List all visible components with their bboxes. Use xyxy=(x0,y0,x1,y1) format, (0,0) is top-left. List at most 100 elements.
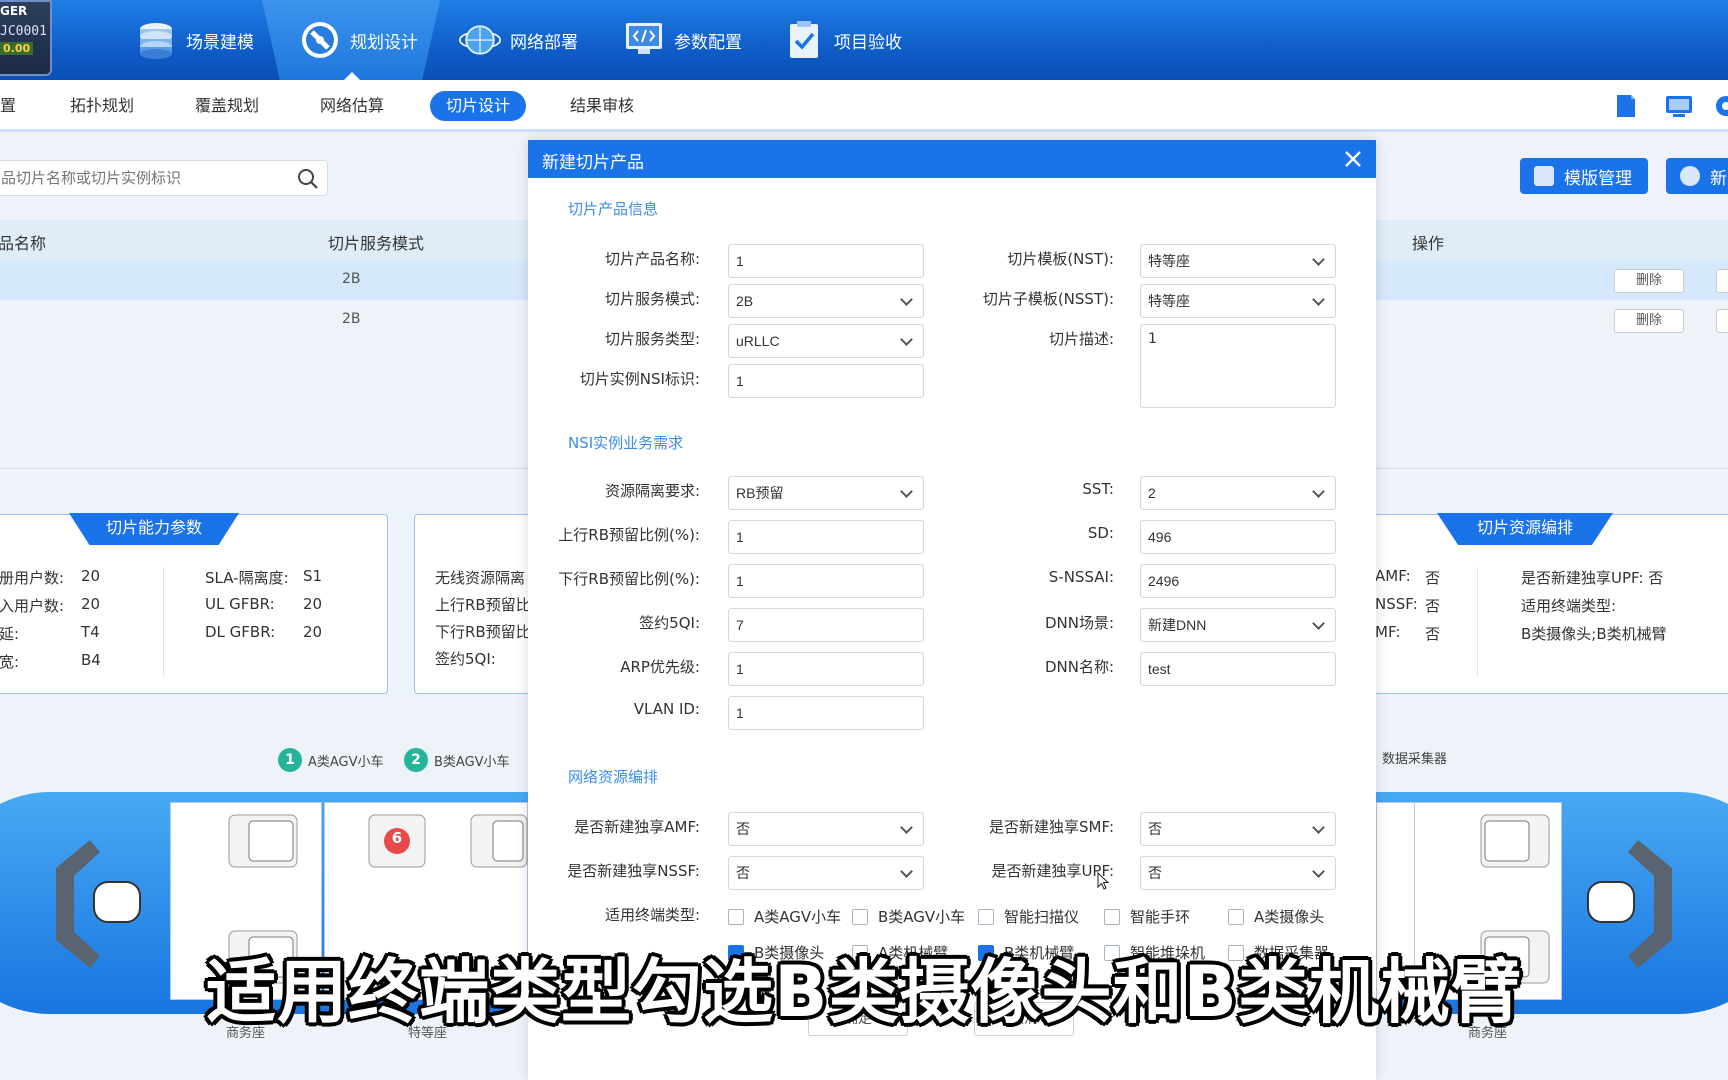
sst-label: SST: xyxy=(1082,480,1114,498)
slice-desc-textarea[interactable]: 1 xyxy=(1140,324,1336,408)
top-bar: GER JC0001 0.00 场景建模 规划设计 网络部署 参数配置 项目验收 xyxy=(0,0,1728,80)
terminal-checkbox[interactable]: B类AGV小车 xyxy=(852,906,965,927)
product-name-field[interactable]: 1 xyxy=(728,244,924,278)
res-line: 适用终端类型: xyxy=(1521,597,1617,615)
terminal-checkbox[interactable]: A类AGV小车 xyxy=(728,906,841,927)
qi-field[interactable]: 7 xyxy=(728,608,924,642)
qi-label: 签约5QI: xyxy=(639,614,700,632)
template-manage-button[interactable]: 模版管理 xyxy=(1520,158,1648,194)
tab-scene-modeling-label: 场景建模 xyxy=(186,32,254,53)
snssai-label: S-NSSAI: xyxy=(1048,568,1114,586)
row-action-button[interactable] xyxy=(1716,309,1728,333)
isolation-select[interactable]: RB预留 xyxy=(728,476,924,510)
legend-label: A类AGV小车 xyxy=(308,754,384,770)
row-action-button[interactable] xyxy=(1716,269,1728,293)
clipboard-check-icon xyxy=(782,18,826,62)
upf-select[interactable]: 否 xyxy=(1140,856,1336,890)
sd-field[interactable]: 496 xyxy=(1140,520,1336,554)
subnav-item-review[interactable]: 结果审核 xyxy=(554,91,650,121)
checkbox-box[interactable] xyxy=(852,908,868,925)
seat-icon[interactable] xyxy=(1479,813,1551,869)
checkbox-box[interactable] xyxy=(1228,908,1244,925)
dl-rb-label: 下行RB预留比例(%): xyxy=(558,570,700,588)
code-monitor-icon xyxy=(622,18,666,62)
ul-rb-field[interactable]: 1 xyxy=(728,520,924,554)
row-service-mode: 2B xyxy=(342,311,361,327)
tab-network-deploy[interactable]: 网络部署 xyxy=(458,14,578,66)
res-value: 否 xyxy=(1425,625,1441,643)
ul-rb-label: 上行RB预留比例(%): xyxy=(558,526,700,544)
mid-line: 无线资源隔离 xyxy=(435,569,526,587)
subnav-item-partial[interactable]: 置 xyxy=(0,91,32,121)
res-item: MF: xyxy=(1375,623,1401,641)
subnav-item-slice-design[interactable]: 切片设计 xyxy=(430,91,527,121)
dnn-name-field[interactable]: test xyxy=(1140,652,1336,686)
sst-select[interactable]: 2 xyxy=(1140,476,1336,510)
cap-item: DL GFBR: xyxy=(205,623,276,641)
tab-planning-design[interactable]: 规划设计 xyxy=(298,14,418,66)
nsi-id-field[interactable]: 1 xyxy=(728,364,924,398)
logo-top-text: GER xyxy=(0,4,28,18)
arp-label: ARP优先级: xyxy=(620,658,700,676)
service-mode-label: 切片服务模式: xyxy=(604,290,700,308)
subnav-item-topology[interactable]: 拓扑规划 xyxy=(54,91,150,121)
logo-value-text: 0.00 xyxy=(0,42,34,55)
seat-icon[interactable] xyxy=(227,813,299,869)
checkbox-box[interactable] xyxy=(1104,908,1120,925)
nssf-select[interactable]: 否 xyxy=(728,856,924,890)
tab-param-config[interactable]: 参数配置 xyxy=(622,14,742,66)
document-icon[interactable] xyxy=(1612,92,1642,120)
terminal-checkbox[interactable]: A类摄像头 xyxy=(1228,906,1324,927)
app-logo: GER JC0001 0.00 xyxy=(0,0,52,76)
compass-icon xyxy=(298,18,342,62)
service-type-select[interactable]: uRLLC xyxy=(728,324,924,358)
cap-value: T4 xyxy=(81,623,100,641)
template-icon xyxy=(1534,166,1554,186)
res-line: 是否新建独享UPF: 否 xyxy=(1521,569,1664,587)
dnn-name-label: DNN名称: xyxy=(1044,658,1114,676)
terminal-checkbox[interactable]: 智能扫描仪 xyxy=(978,906,1079,927)
vlan-field[interactable]: 1 xyxy=(728,696,924,730)
section-nsi: NSI实例业务需求 xyxy=(568,434,684,452)
new-product-button[interactable]: 新 xyxy=(1666,158,1728,194)
checkbox-box[interactable] xyxy=(728,908,744,925)
active-tab-notch xyxy=(344,72,360,80)
res-item: AMF: xyxy=(1375,567,1411,585)
nst-select[interactable]: 特等座 xyxy=(1140,244,1336,278)
tab-scene-modeling[interactable]: 场景建模 xyxy=(134,14,254,66)
search-icon[interactable] xyxy=(297,168,319,190)
delete-button[interactable]: 删除 xyxy=(1614,269,1684,293)
arp-field[interactable]: 1 xyxy=(728,652,924,686)
close-icon[interactable] xyxy=(1340,146,1366,172)
tab-project-acceptance[interactable]: 项目验收 xyxy=(782,14,902,66)
delete-button[interactable]: 删除 xyxy=(1614,309,1684,333)
sd-label: SD: xyxy=(1087,524,1114,542)
res-value: 否 xyxy=(1425,597,1441,615)
monitor-icon[interactable] xyxy=(1664,92,1694,120)
video-subtitle: 适用终端类型勾选B类摄像头和B类机械臂 xyxy=(206,951,1522,1033)
service-mode-select[interactable]: 2B xyxy=(728,284,924,318)
cap-value: B4 xyxy=(81,651,101,669)
seat-icon[interactable] xyxy=(469,813,529,869)
subnav-item-estimation[interactable]: 网络估算 xyxy=(304,91,400,121)
panel-separator xyxy=(1477,567,1478,677)
nsst-select[interactable]: 特等座 xyxy=(1140,284,1336,318)
cap-item: SLA-隔离度: xyxy=(205,569,289,587)
cap-value: 20 xyxy=(303,623,323,641)
dl-rb-field[interactable]: 1 xyxy=(728,564,924,598)
subnav-item-coverage[interactable]: 覆盖规划 xyxy=(179,91,275,121)
resource-panel-title: 切片资源编排 xyxy=(1437,513,1613,545)
dnn-scene-label: DNN场景: xyxy=(1044,614,1114,632)
checkbox-box[interactable] xyxy=(978,908,994,925)
seat-badge: 6 xyxy=(391,829,403,847)
new-product-label: 新 xyxy=(1710,168,1727,189)
smf-select[interactable]: 否 xyxy=(1140,812,1336,846)
legend-label: 数据采集器 xyxy=(1382,752,1448,767)
gear-icon[interactable] xyxy=(1712,92,1728,120)
dnn-scene-select[interactable]: 新建DNN xyxy=(1140,608,1336,642)
legend-number: 2 xyxy=(404,748,428,772)
amf-select[interactable]: 否 xyxy=(728,812,924,846)
terminal-checkbox[interactable]: 智能手环 xyxy=(1104,906,1190,927)
snssai-field[interactable]: 2496 xyxy=(1140,564,1336,598)
search-input[interactable] xyxy=(0,161,277,195)
